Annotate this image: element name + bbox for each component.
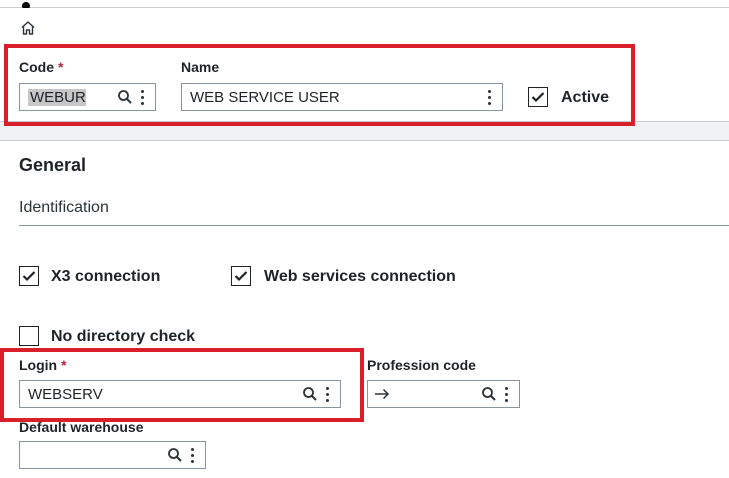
arrow-right-icon[interactable] xyxy=(372,381,392,407)
x3-connection-checkbox[interactable] xyxy=(19,266,39,286)
search-icon[interactable] xyxy=(165,442,185,468)
more-vertical-icon[interactable] xyxy=(185,442,199,468)
no-directory-check-checkbox[interactable] xyxy=(19,326,39,346)
more-vertical-icon[interactable] xyxy=(499,381,513,407)
top-bar xyxy=(0,0,729,8)
subsection-identification: Identification xyxy=(19,199,109,216)
web-services-connection-label: Web services connection xyxy=(264,268,456,285)
home-icon xyxy=(21,21,35,35)
web-services-connection-checkbox[interactable] xyxy=(231,266,251,286)
x3-connection-label: X3 connection xyxy=(51,268,161,285)
section-title-general: General xyxy=(19,155,87,175)
default-warehouse-field[interactable] xyxy=(19,441,206,469)
highlight-box-header xyxy=(4,44,635,126)
profession-code-label: Profession code xyxy=(367,357,476,373)
check-icon xyxy=(234,271,248,282)
no-directory-check-label: No directory check xyxy=(51,328,196,345)
highlight-box-login xyxy=(0,348,364,422)
default-warehouse-label: Default warehouse xyxy=(19,419,144,435)
search-icon[interactable] xyxy=(479,381,499,407)
check-icon xyxy=(22,271,36,282)
section-divider xyxy=(19,225,729,226)
home-button[interactable] xyxy=(18,18,38,38)
profession-code-field[interactable] xyxy=(367,380,520,408)
